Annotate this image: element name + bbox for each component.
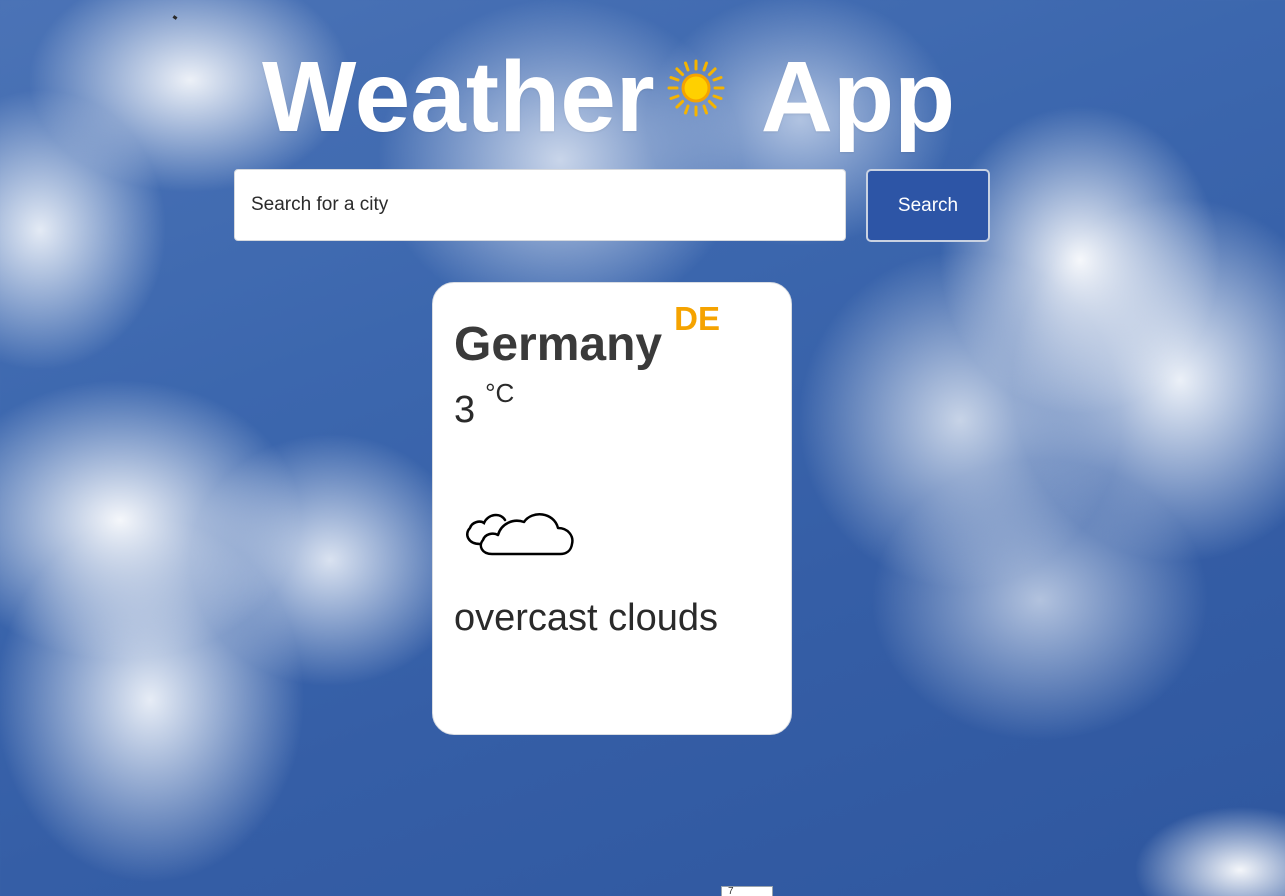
- temperature-unit: °C: [485, 378, 515, 408]
- bottom-tab[interactable]: 7: [721, 886, 773, 896]
- search-button[interactable]: Search: [866, 169, 990, 242]
- city-name: Germany: [454, 318, 663, 371]
- page-title: Weather App: [262, 30, 955, 152]
- temperature: 3 °C: [454, 378, 514, 432]
- sun-icon: [665, 30, 727, 117]
- title-right-text: App: [760, 41, 956, 153]
- weather-card: Germany DE 3 °C overcast clouds: [432, 282, 792, 735]
- bird-speck: [172, 15, 178, 20]
- search-input[interactable]: [234, 169, 846, 241]
- clouds-icon: [458, 496, 578, 558]
- city-heading: Germany DE: [454, 300, 720, 372]
- temperature-value: 3: [454, 389, 476, 431]
- country-code-badge: DE: [674, 300, 720, 337]
- weather-description: overcast clouds: [454, 597, 719, 639]
- title-left-text: Weather: [262, 41, 655, 153]
